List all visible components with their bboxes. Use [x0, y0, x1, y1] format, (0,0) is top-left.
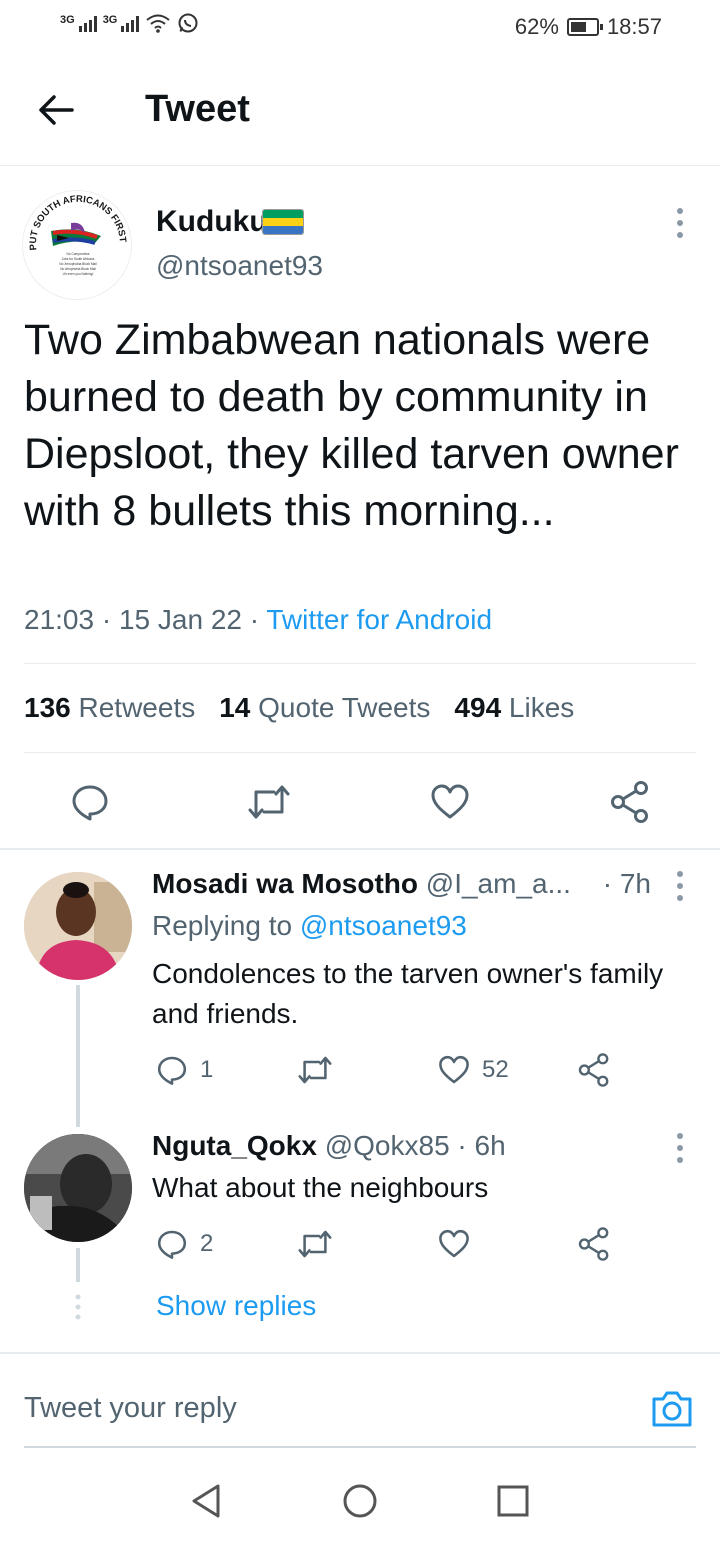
clock: 18:57 — [606, 14, 662, 39]
replying-to: Replying to @ntsoanet93 — [152, 910, 467, 941]
reply-composer-input[interactable]: Tweet your reply — [24, 1392, 237, 1425]
like-heart-icon — [439, 1229, 469, 1258]
reply-share-button[interactable] — [578, 1226, 610, 1262]
likes-stat[interactable]: 494 Likes — [454, 692, 574, 724]
nav-back-icon[interactable] — [188, 1482, 224, 1520]
share-icon[interactable] — [610, 780, 650, 824]
avatar-logo-line: No Compromise — [66, 252, 89, 256]
tweet-time: 21:03 — [24, 604, 95, 635]
gabon-flag-icon — [262, 209, 304, 235]
signal-icon-2: 3G — [103, 14, 140, 32]
retweet-icon — [298, 1056, 332, 1084]
thread-line — [76, 1248, 80, 1282]
whatsapp-icon — [178, 13, 198, 33]
nav-recents-icon[interactable] — [495, 1483, 531, 1519]
status-bar: 3G 3G 62% 18:57 — [0, 0, 720, 56]
reply-retweet-button[interactable] — [296, 1228, 334, 1260]
tweet-text: Two Zimbabwean nationals were burned to … — [24, 316, 679, 535]
reply-avatar[interactable] — [24, 1134, 132, 1242]
reply-count: 2 — [200, 1230, 214, 1257]
reply-share-button[interactable] — [578, 1052, 610, 1088]
reply-text: What about the neighbours — [152, 1172, 489, 1203]
svg-text:PUT SOUTH AFRICANS FIRST: PUT SOUTH AFRICANS FIRST — [28, 194, 128, 251]
avatar-logo: PUT SOUTH AFRICANS FIRST No CompromiseJo… — [28, 194, 128, 276]
back-arrow-icon[interactable] — [36, 90, 76, 130]
replying-to-handle[interactable]: @ntsoanet93 — [300, 910, 467, 941]
retweet-icon — [298, 1230, 332, 1258]
reply-count: 1 — [200, 1056, 214, 1083]
like-heart-icon — [439, 1055, 469, 1084]
reply-age: · 7h — [602, 868, 651, 899]
system-nav-bar — [0, 1460, 720, 1541]
reply-retweet-button[interactable] — [296, 1054, 334, 1086]
reply-author-name[interactable]: Mosadi wa Mosotho — [152, 868, 418, 899]
reply-reply-button[interactable]: 1 — [156, 1054, 213, 1086]
reply-header: Nguta_Qokx @Qokx85 · 6h — [152, 1130, 506, 1162]
battery-icon — [566, 18, 603, 36]
engagement-stats: 136 Retweets 14 Quote Tweets 494 Likes — [24, 692, 574, 724]
reply-age: · 6h — [457, 1130, 506, 1161]
tweet-date: 15 Jan 22 — [118, 604, 242, 635]
like-count: 52 — [482, 1056, 509, 1083]
like-heart-icon[interactable] — [430, 782, 470, 822]
more-options-icon[interactable] — [668, 205, 692, 241]
reply-avatar[interactable] — [24, 872, 132, 980]
more-options-icon[interactable] — [668, 868, 692, 904]
wifi-icon — [146, 14, 171, 33]
author-avatar[interactable]: PUT SOUTH AFRICANS FIRST No Compromise Jo… — [22, 190, 132, 300]
reply-reply-button[interactable]: 2 — [156, 1228, 213, 1260]
reply-author-name[interactable]: Nguta_Qokx — [152, 1130, 317, 1161]
status-right: 62% 18:57 — [515, 14, 662, 40]
reply-author-handle[interactable]: @Qokx85 — [325, 1130, 450, 1161]
reply-author-handle[interactable]: @I_am_a... — [426, 868, 571, 899]
top-app-bar: Tweet — [0, 56, 720, 166]
avatar-photo — [24, 1134, 132, 1242]
share-icon — [578, 1053, 609, 1087]
camera-icon[interactable] — [650, 1387, 694, 1431]
reply-icon — [157, 1230, 187, 1259]
nav-home-icon[interactable] — [341, 1482, 379, 1520]
author-name[interactable]: Kuduku — [156, 205, 268, 239]
divider — [24, 752, 696, 753]
reply-icon[interactable] — [70, 782, 110, 822]
share-icon — [578, 1227, 609, 1261]
reply-header: Mosadi wa Mosotho @I_am_a... · 7h — [152, 868, 651, 900]
avatar-photo — [24, 872, 132, 980]
page-title: Tweet — [145, 88, 250, 130]
reply-text: Condolences to the tarven owner's family… — [152, 958, 664, 1029]
reply-like-button[interactable] — [438, 1228, 470, 1260]
tweet-metadata: 21:03 · 15 Jan 22 · Twitter for Android — [24, 604, 493, 635]
section-divider — [0, 848, 720, 850]
status-left: 3G 3G — [60, 12, 199, 34]
more-options-icon[interactable] — [668, 1130, 692, 1166]
quote-tweets-stat[interactable]: 14 Quote Tweets — [219, 692, 430, 724]
retweets-stat[interactable]: 136 Retweets — [24, 692, 195, 724]
avatar-logo-line: Uh even you Nothing! — [63, 272, 94, 276]
signal-icon-1: 3G — [60, 14, 97, 32]
thread-ellipsis-icon — [75, 1294, 81, 1320]
avatar-logo-line: No Afrophobia Block Mall — [60, 267, 96, 271]
retweet-icon[interactable] — [246, 782, 292, 822]
battery-percent: 62% — [514, 14, 559, 39]
reply-icon — [157, 1056, 187, 1085]
avatar-logo-line: Jobs for South Africans — [62, 257, 95, 261]
tweet-action-bar — [0, 770, 720, 830]
show-replies-link[interactable]: Show replies — [156, 1290, 316, 1322]
tweet-source[interactable]: Twitter for Android — [266, 604, 492, 635]
composer-underline — [24, 1446, 696, 1448]
author-handle[interactable]: @ntsoanet93 — [156, 250, 323, 282]
thread-line — [76, 985, 80, 1127]
composer-divider — [0, 1352, 720, 1354]
divider — [24, 663, 696, 664]
avatar-logo-line: No Xenophobia Block Mall — [59, 262, 97, 266]
reply-like-button[interactable]: 52 — [438, 1054, 509, 1086]
